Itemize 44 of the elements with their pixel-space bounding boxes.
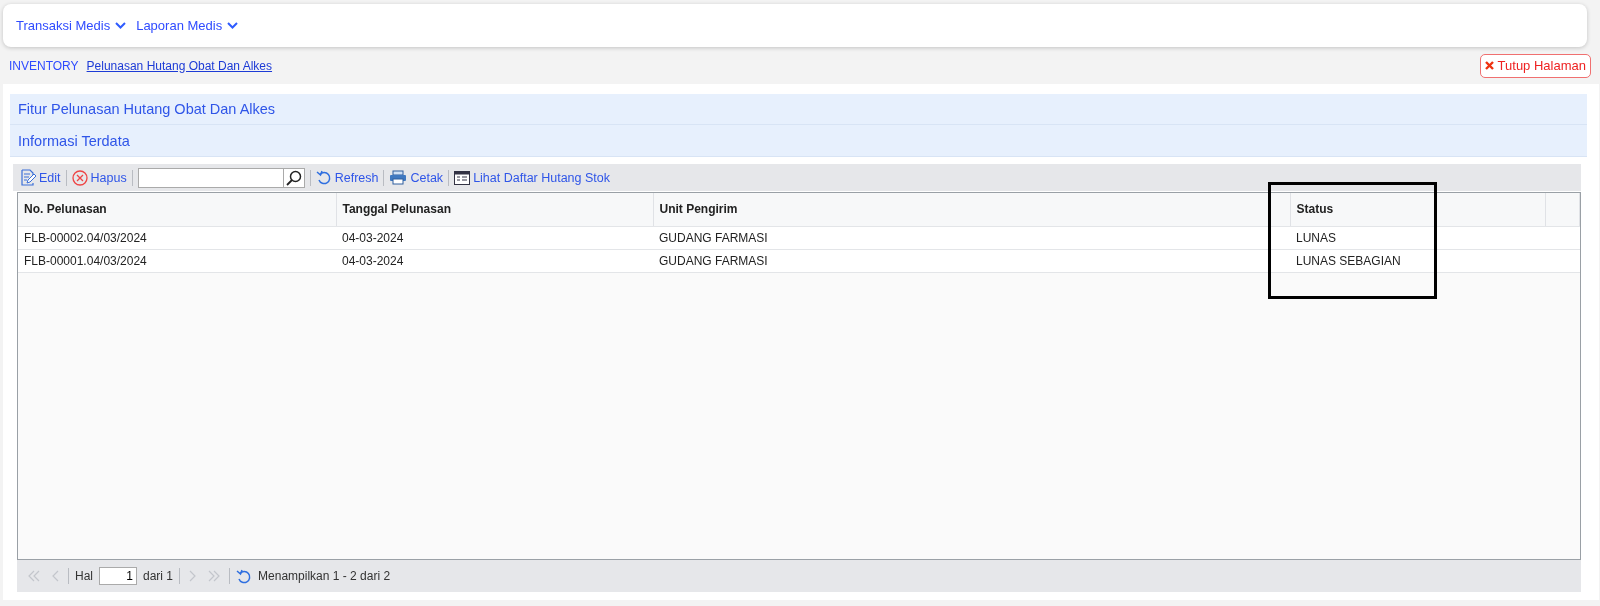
page-total: dari 1 bbox=[143, 569, 174, 583]
table-cell: LUNAS bbox=[1290, 226, 1545, 249]
chevron-down-icon bbox=[115, 22, 127, 29]
refresh-button[interactable]: Refresh bbox=[315, 170, 379, 185]
list-icon bbox=[454, 170, 471, 185]
column-header[interactable]: Status bbox=[1290, 193, 1545, 226]
table-cell: GUDANG FARMASI bbox=[653, 249, 1290, 272]
chevron-icon bbox=[208, 570, 221, 582]
chevron-icon bbox=[189, 570, 197, 582]
refresh-icon bbox=[236, 568, 253, 584]
print-button[interactable]: Cetak bbox=[389, 170, 444, 185]
refresh-icon bbox=[315, 170, 332, 185]
close-icon bbox=[1484, 61, 1494, 70]
table-cell: FLB-00001.04/03/2024 bbox=[18, 249, 336, 272]
section-title: Informasi Terdata bbox=[10, 125, 1587, 157]
table-cell: FLB-00002.04/03/2024 bbox=[18, 226, 336, 249]
printer-icon bbox=[389, 170, 408, 185]
column-header[interactable]: Unit Pengirim bbox=[653, 193, 1290, 226]
panel-title: Fitur Pelunasan Hutang Obat Dan Alkes bbox=[10, 94, 1587, 125]
breadcrumb-link[interactable]: Pelunasan Hutang Obat Dan Alkes bbox=[86, 58, 273, 73]
menu-item[interactable]: Laporan Medis bbox=[136, 18, 239, 33]
column-header[interactable]: No. Pelunasan bbox=[18, 193, 336, 226]
menu-item[interactable]: Transaksi Medis bbox=[16, 18, 127, 33]
chevron-down-icon bbox=[227, 22, 239, 29]
table-cell: 04-03-2024 bbox=[336, 226, 653, 249]
chevron-icon bbox=[28, 570, 40, 582]
list-button[interactable]: Lihat Daftar Hutang Stok bbox=[454, 170, 610, 185]
chevron-icon bbox=[52, 570, 59, 582]
edit-icon bbox=[20, 169, 36, 186]
table-cell: LUNAS SEBAGIAN bbox=[1290, 249, 1545, 272]
page-number-field[interactable]: 1 bbox=[99, 567, 137, 585]
delete-icon bbox=[71, 169, 88, 186]
close-page-button[interactable]: Tutup Halaman bbox=[1479, 53, 1591, 78]
page-label: Hal bbox=[75, 569, 93, 583]
edit-button[interactable]: Edit bbox=[20, 169, 61, 186]
column-header[interactable]: Tanggal Pelunasan bbox=[336, 193, 653, 226]
search-icon bbox=[282, 168, 304, 187]
page-summary: Menampilkan 1 - 2 dari 2 bbox=[258, 569, 391, 583]
breadcrumb-section: INVENTORY bbox=[9, 58, 79, 73]
delete-button[interactable]: Hapus bbox=[71, 169, 127, 186]
table-cell: 04-03-2024 bbox=[336, 249, 653, 272]
refresh-button[interactable] bbox=[236, 568, 253, 584]
table-cell: GUDANG FARMASI bbox=[653, 226, 1290, 249]
search-field[interactable] bbox=[137, 167, 305, 188]
